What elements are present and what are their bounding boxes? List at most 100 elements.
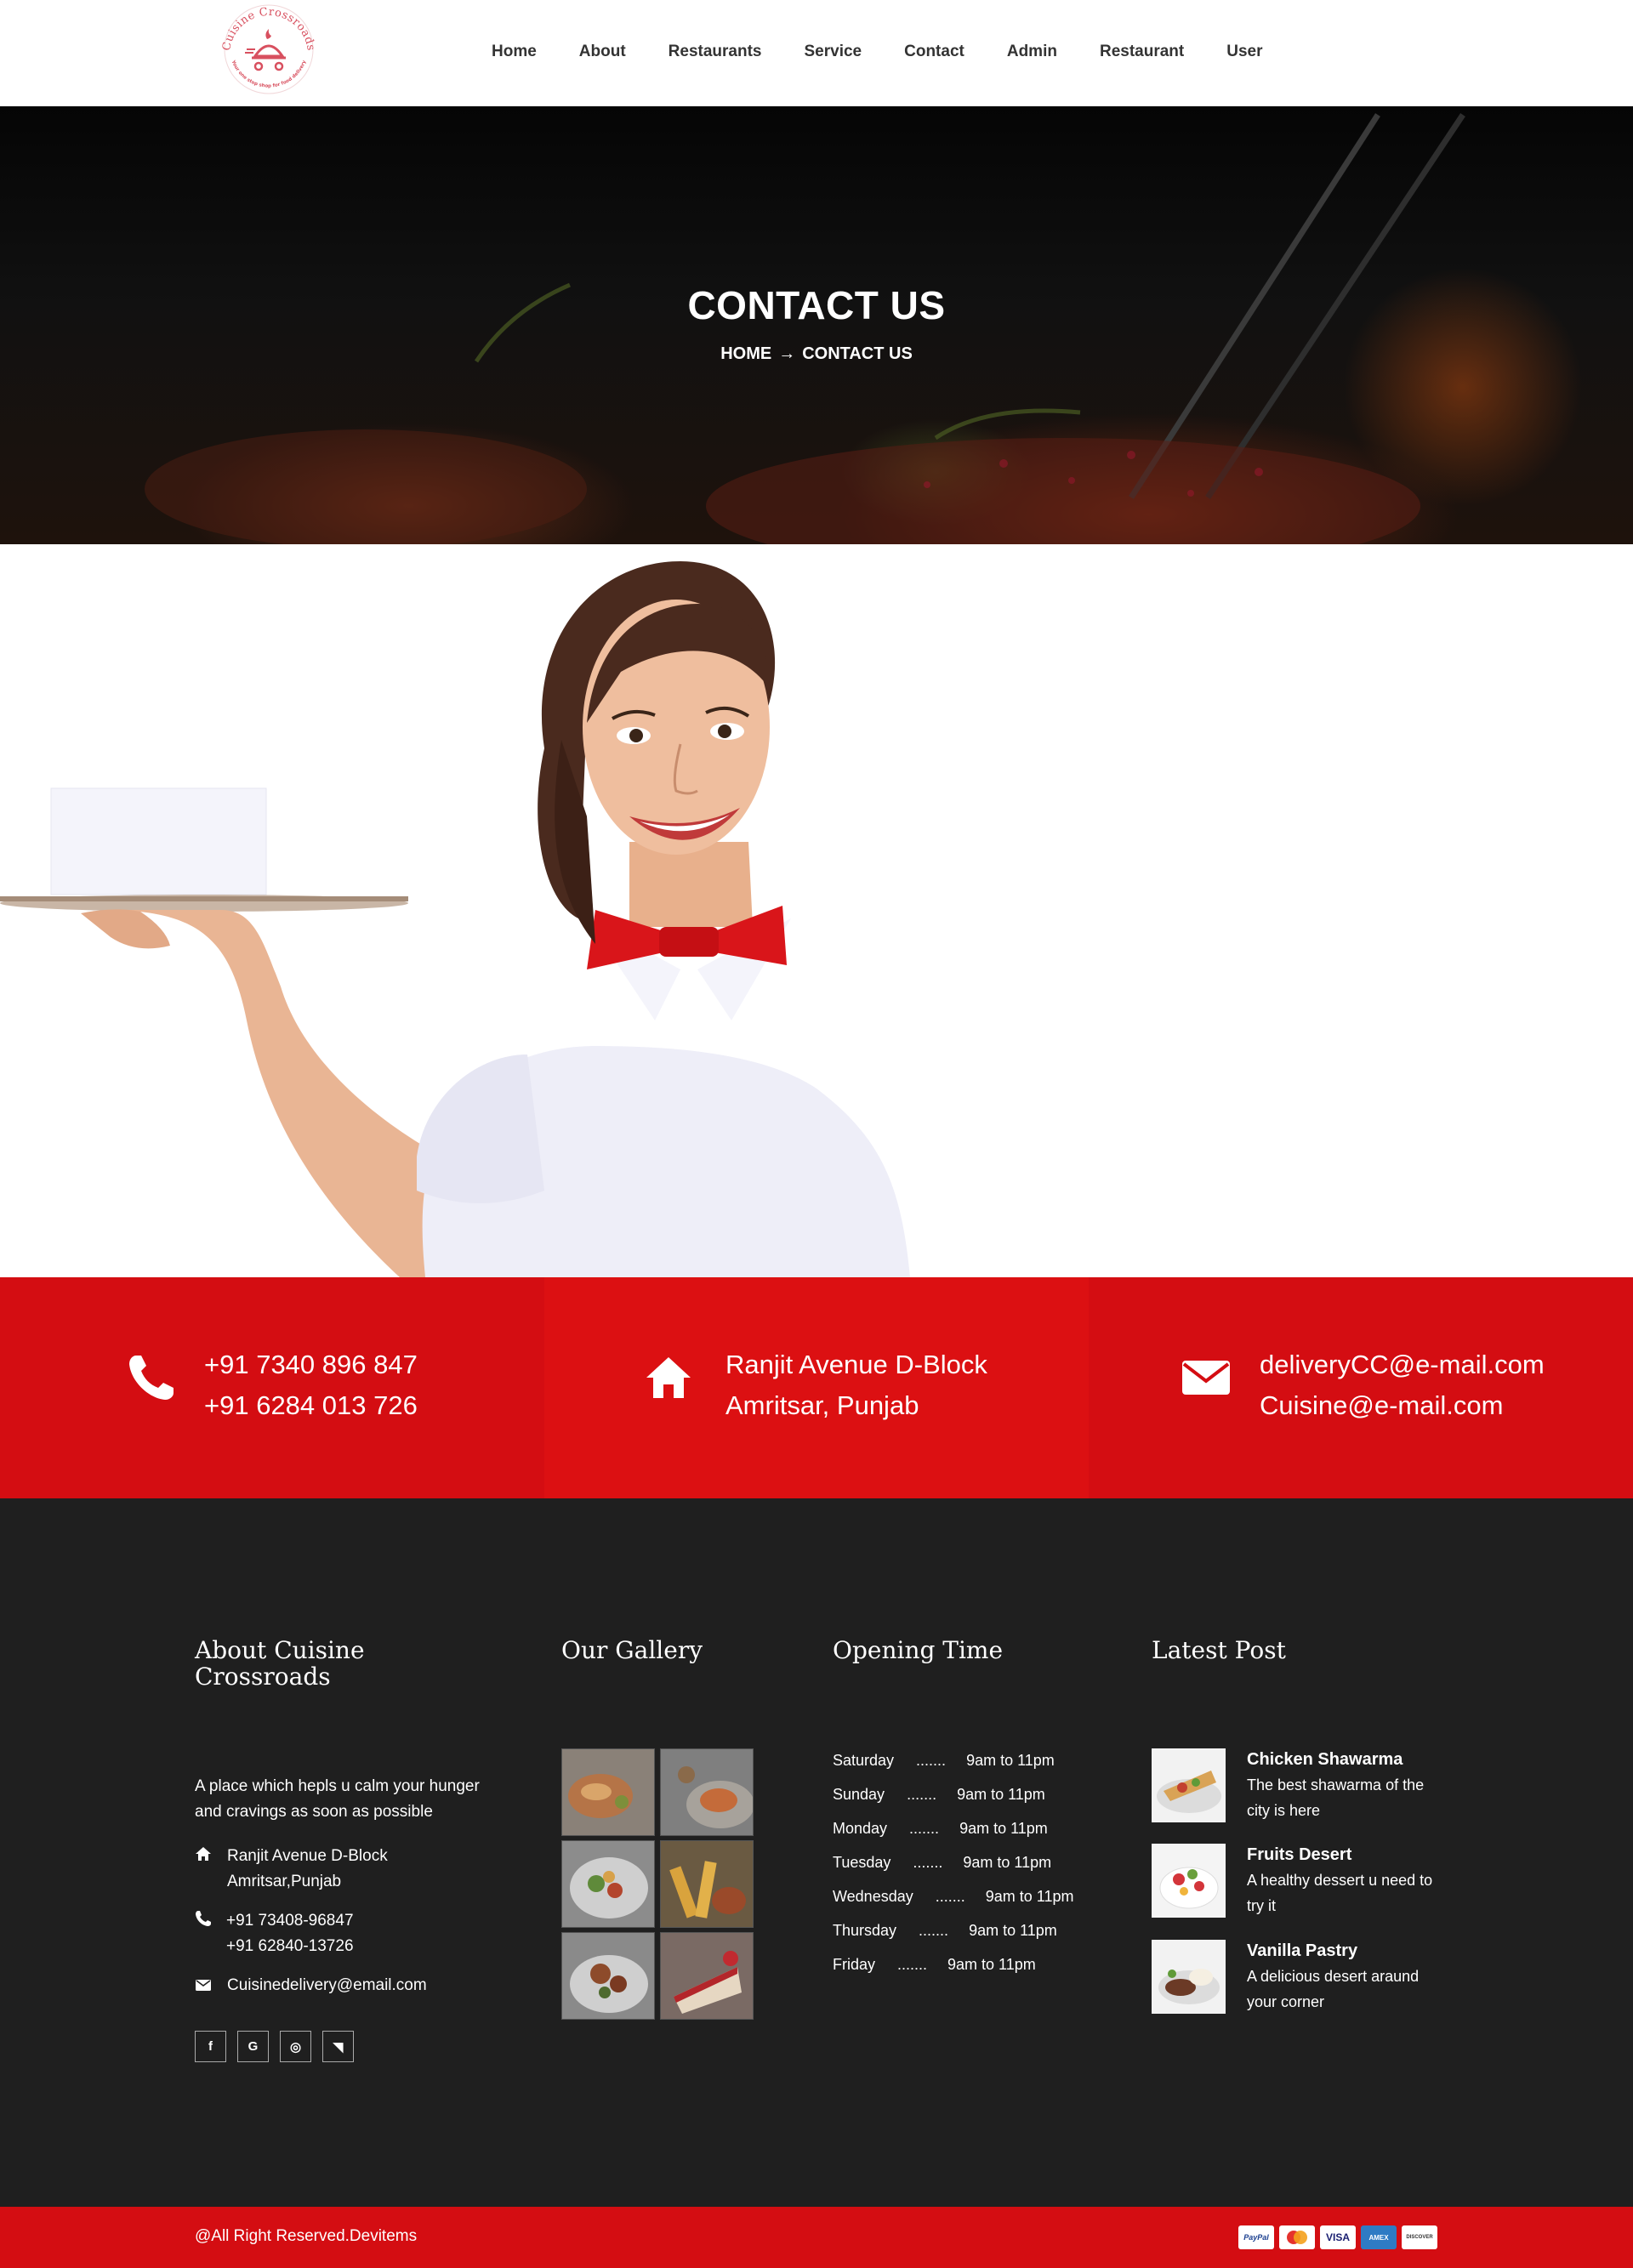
contact-phone-box: +91 7340 896 847 +91 6284 013 726 bbox=[0, 1277, 544, 1498]
arrow-right-icon: → bbox=[778, 344, 796, 363]
post-desc: The best shawarma of the city is here bbox=[1247, 1772, 1451, 1823]
hours-day: Friday bbox=[833, 1956, 876, 1973]
post-desc-line1: A healthy dessert u need to bbox=[1247, 1872, 1433, 1889]
breadcrumb: HOME → CONTACT US bbox=[0, 344, 1633, 364]
google-icon[interactable]: G bbox=[237, 2031, 269, 2062]
contact-address-1: Ranjit Avenue D-Block bbox=[725, 1350, 987, 1379]
hours-day: Monday bbox=[833, 1820, 888, 1837]
hours-dots: ....... bbox=[916, 1752, 947, 1769]
facebook-icon[interactable]: f bbox=[195, 2031, 226, 2062]
gallery-thumb-3[interactable] bbox=[561, 1840, 655, 1928]
discover-icon: DISCOVER bbox=[1402, 2225, 1437, 2249]
contact-info-strip: +91 7340 896 847 +91 6284 013 726 Ranjit… bbox=[0, 1277, 1633, 1498]
contact-email-box: deliveryCC@e-mail.com Cuisine@e-mail.com bbox=[1089, 1277, 1633, 1498]
hours-row-tuesday: Tuesday....... 9am to 11pm bbox=[833, 1854, 1051, 1872]
nav-contact[interactable]: Contact bbox=[904, 43, 964, 61]
hours-time: 9am to 11pm bbox=[963, 1854, 1052, 1871]
post-thumb-chicken-shawarma[interactable] bbox=[1152, 1748, 1226, 1822]
hours-dots: ....... bbox=[897, 1956, 928, 1973]
post-desc-line2: city is here bbox=[1247, 1802, 1321, 1819]
nav-user[interactable]: User bbox=[1226, 43, 1262, 61]
footer-phone-1[interactable]: +91 73408-96847 bbox=[226, 1908, 354, 1934]
hours-dots: ....... bbox=[907, 1786, 937, 1803]
hours-row-saturday: Saturday....... 9am to 11pm bbox=[833, 1752, 1055, 1770]
hours-row-thursday: Thursday....... 9am to 11pm bbox=[833, 1922, 1057, 1940]
hero-banner: CONTACT US HOME → CONTACT US bbox=[0, 106, 1633, 544]
breadcrumb-home[interactable]: HOME bbox=[720, 344, 771, 363]
hours-time: 9am to 11pm bbox=[985, 1888, 1074, 1905]
hours-time: 9am to 11pm bbox=[959, 1820, 1048, 1837]
footer-about-title-line2: Crossroads bbox=[195, 1663, 331, 1691]
site-header: Cuisine Crossroads Your one stop shop fo… bbox=[0, 0, 1633, 106]
nav-service[interactable]: Service bbox=[805, 43, 862, 61]
mail-icon bbox=[1182, 1361, 1230, 1395]
instagram-icon[interactable]: ◎ bbox=[280, 2031, 311, 2062]
nav-restaurants[interactable]: Restaurants bbox=[669, 43, 762, 61]
home-icon bbox=[196, 1847, 211, 1861]
gallery-thumb-5[interactable] bbox=[561, 1932, 655, 2020]
phone-icon bbox=[196, 1911, 211, 1926]
post-desc-line2: try it bbox=[1247, 1897, 1276, 1914]
hours-dots: ....... bbox=[913, 1854, 943, 1871]
site-logo[interactable]: Cuisine Crossroads Your one stop shop fo… bbox=[211, 2, 327, 100]
main-nav: Home About Restaurants Service Contact A… bbox=[492, 43, 1262, 61]
nav-home[interactable]: Home bbox=[492, 43, 537, 61]
post-thumb-vanilla-pastry[interactable] bbox=[1152, 1940, 1226, 2014]
amex-icon: AMEX bbox=[1361, 2225, 1397, 2249]
nav-restaurant[interactable]: Restaurant bbox=[1100, 43, 1184, 61]
hours-day: Tuesday bbox=[833, 1854, 891, 1871]
hours-time: 9am to 11pm bbox=[947, 1956, 1036, 1973]
post-title[interactable]: Chicken Shawarma bbox=[1247, 1750, 1403, 1770]
footer-phone-2[interactable]: +91 62840-13726 bbox=[226, 1934, 354, 1959]
gallery-thumb-1[interactable] bbox=[561, 1748, 655, 1836]
nav-admin[interactable]: Admin bbox=[1007, 43, 1057, 61]
footer-phones: +91 73408-96847 +91 62840-13726 bbox=[226, 1908, 354, 1959]
hours-row-friday: Friday....... 9am to 11pm bbox=[833, 1956, 1036, 1974]
footer-about-desc-line2: and cravings as soon as possible bbox=[195, 1803, 433, 1821]
footer-hours-title: Opening Time bbox=[833, 1636, 1004, 1664]
contact-phone-2[interactable]: +91 6284 013 726 bbox=[204, 1390, 418, 1421]
page-title: CONTACT US bbox=[687, 283, 946, 327]
footer-about-title-line1: About Cuisine bbox=[195, 1636, 365, 1664]
footer-about-title: About Cuisine Crossroads bbox=[195, 1637, 365, 1690]
home-icon bbox=[646, 1357, 691, 1398]
hours-day: Saturday bbox=[833, 1752, 895, 1769]
hours-time: 9am to 11pm bbox=[966, 1752, 1055, 1769]
paypal-icon: PayPal bbox=[1238, 2225, 1274, 2249]
hours-time: 9am to 11pm bbox=[957, 1786, 1045, 1803]
footer-about-desc: A place which hepls u calm your hunger a… bbox=[195, 1774, 480, 1825]
footer-posts-title: Latest Post bbox=[1152, 1636, 1286, 1664]
footer-address: Ranjit Avenue D-Block Amritsar,Punjab bbox=[227, 1844, 388, 1895]
contact-address-box: Ranjit Avenue D-Block Amritsar, Punjab bbox=[544, 1277, 1089, 1498]
contact-address-2: Amritsar, Punjab bbox=[725, 1390, 919, 1420]
footer-gallery-title: Our Gallery bbox=[561, 1636, 703, 1664]
waitress-image bbox=[0, 544, 1633, 1277]
post-desc-line1: A delicious desert araund bbox=[1247, 1968, 1420, 1985]
hours-row-wednesday: Wednesday....... 9am to 11pm bbox=[833, 1888, 1073, 1906]
copyright-text: @All Right Reserved.Devitems bbox=[195, 2227, 418, 2245]
footer-address-line2: Amritsar,Punjab bbox=[227, 1873, 342, 1890]
gallery-thumb-2[interactable] bbox=[660, 1748, 754, 1836]
post-desc-line1: The best shawarma of the bbox=[1247, 1776, 1425, 1793]
post-desc-line2: your corner bbox=[1247, 1993, 1325, 2010]
rss-icon[interactable]: ◥ bbox=[322, 2031, 354, 2062]
post-title[interactable]: Fruits Desert bbox=[1247, 1845, 1351, 1865]
footer-address-line1: Ranjit Avenue D-Block bbox=[227, 1847, 388, 1865]
phone-icon bbox=[129, 1356, 174, 1400]
post-title[interactable]: Vanilla Pastry bbox=[1247, 1941, 1357, 1961]
footer-about-desc-line1: A place which hepls u calm your hunger bbox=[195, 1777, 480, 1795]
hours-dots: ....... bbox=[935, 1888, 965, 1905]
contact-email-1[interactable]: deliveryCC@e-mail.com bbox=[1260, 1350, 1545, 1380]
contact-email-2[interactable]: Cuisine@e-mail.com bbox=[1260, 1390, 1503, 1421]
hours-dots: ....... bbox=[919, 1922, 949, 1939]
post-desc: A healthy dessert u need to try it bbox=[1247, 1867, 1451, 1918]
gallery-thumb-4[interactable] bbox=[660, 1840, 754, 1928]
contact-phone-1[interactable]: +91 7340 896 847 bbox=[204, 1350, 418, 1380]
post-desc: A delicious desert araund your corner bbox=[1247, 1964, 1451, 2015]
hours-dots: ....... bbox=[909, 1820, 940, 1837]
hours-time: 9am to 11pm bbox=[969, 1922, 1057, 1939]
nav-about[interactable]: About bbox=[579, 43, 626, 61]
gallery-thumb-6[interactable] bbox=[660, 1932, 754, 2020]
post-thumb-fruits-desert[interactable] bbox=[1152, 1844, 1226, 1918]
footer-email[interactable]: Cuisinedelivery@email.com bbox=[227, 1973, 427, 1998]
